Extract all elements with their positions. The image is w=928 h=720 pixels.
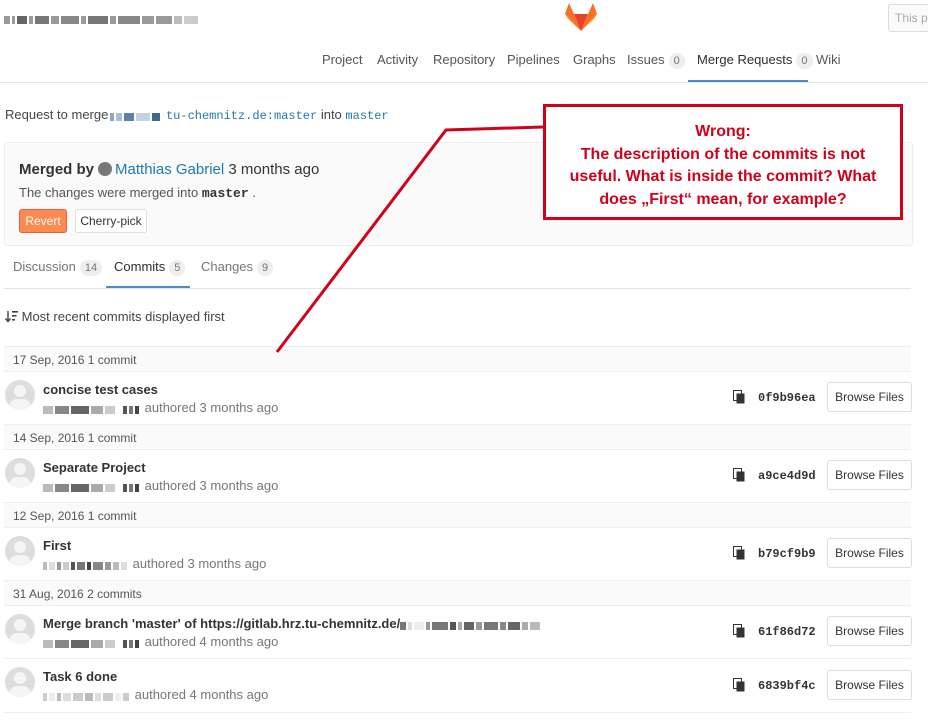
browse-files-button[interactable]: Browse Files — [827, 460, 912, 490]
user-avatar[interactable] — [98, 162, 113, 176]
search-placeholder: This pr — [895, 11, 928, 25]
author-name-pixelated[interactable] — [43, 479, 141, 494]
copy-sha-icon[interactable] — [733, 678, 745, 692]
commit-sha[interactable]: 61f86d72 — [758, 625, 816, 639]
commit-title[interactable]: First — [43, 538, 71, 553]
commit-row: concise test cases authored 3 months ago… — [4, 372, 912, 425]
project-nav: Project Activity Repository Pipelines Gr… — [0, 36, 928, 83]
search-input[interactable]: This pr — [888, 4, 928, 32]
nav-project[interactable]: Project — [322, 52, 362, 67]
copy-sha-icon[interactable] — [733, 624, 745, 638]
commit-sha[interactable]: b79cf9b9 — [758, 547, 816, 561]
revert-button[interactable]: Revert — [19, 209, 67, 233]
author-name-pixelated[interactable] — [43, 635, 141, 650]
repo-path-pixelated — [400, 617, 542, 632]
copy-sha-icon[interactable] — [733, 546, 745, 560]
nav-activity[interactable]: Activity — [377, 52, 418, 67]
discussion-count-badge: 14 — [79, 260, 103, 276]
commit-sha[interactable]: 0f9b96ea — [758, 391, 816, 405]
tab-discussion[interactable]: Discussion 14 — [13, 259, 103, 276]
author-name-pixelated[interactable] — [43, 401, 141, 416]
author-name-pixelated[interactable] — [43, 688, 131, 703]
tab-changes[interactable]: Changes 9 — [201, 259, 274, 276]
changes-count-badge: 9 — [257, 260, 274, 276]
source-branch[interactable]: tu-chemnitz.de:master — [166, 109, 317, 123]
merge-requests-count-badge: 0 — [796, 53, 813, 69]
issues-count-badge: 0 — [668, 53, 685, 69]
commit-day-header: 12 Sep, 2016 1 commit — [4, 502, 911, 528]
nav-pipelines[interactable]: Pipelines — [507, 52, 560, 67]
commit-day-header: 31 Aug, 2016 2 commits — [4, 580, 911, 606]
author-name-pixelated[interactable] — [43, 557, 129, 572]
commit-meta: authored 4 months ago — [43, 687, 268, 703]
sort-descending-icon — [4, 311, 18, 323]
browse-files-button[interactable]: Browse Files — [827, 382, 912, 412]
avatar[interactable] — [5, 614, 35, 644]
annotation-text: Wrong: The description of the commits is… — [569, 123, 877, 208]
commit-row: Task 6 done authored 4 months ago 6839bf… — [4, 658, 912, 713]
commit-row: First authored 3 months ago b79cf9b9 Bro… — [4, 528, 912, 581]
commit-meta: authored 4 months ago — [43, 634, 278, 650]
gitlab-fox-icon[interactable] — [564, 2, 598, 32]
merged-by-user-link[interactable]: Matthias Gabriel — [115, 161, 224, 178]
nav-wiki[interactable]: Wiki — [816, 52, 841, 67]
target-branch[interactable]: master — [345, 109, 388, 123]
commit-day-header: 17 Sep, 2016 1 commit — [4, 346, 911, 372]
nav-issues[interactable]: Issues 0 — [627, 52, 685, 69]
merged-description: The changes were merged into master . — [19, 185, 256, 201]
merge-request-summary: Request to merge tu-chemnitz.de:master i… — [5, 107, 389, 123]
commit-order-note: Most recent commits displayed first — [4, 309, 225, 324]
browse-files-button[interactable]: Browse Files — [827, 616, 912, 646]
tab-commits[interactable]: Commits 5 — [114, 259, 186, 276]
commit-title[interactable]: Task 6 done — [43, 669, 117, 684]
merged-by-line: Merged by Matthias Gabriel 3 months ago — [19, 161, 320, 178]
merged-target-branch: master — [201, 186, 249, 201]
avatar[interactable] — [5, 536, 35, 566]
avatar[interactable] — [5, 380, 35, 410]
nav-graphs[interactable]: Graphs — [573, 52, 616, 67]
commit-meta: authored 3 months ago — [43, 478, 278, 494]
annotation-callout: Wrong: The description of the commits is… — [543, 104, 903, 220]
commit-sha[interactable]: 6839bf4c — [758, 679, 816, 693]
avatar[interactable] — [5, 667, 35, 697]
cherry-pick-button[interactable]: Cherry-pick — [75, 209, 147, 233]
commit-meta: authored 3 months ago — [43, 556, 266, 572]
avatar[interactable] — [5, 458, 35, 488]
commit-day-header: 14 Sep, 2016 1 commit — [4, 424, 911, 450]
commit-title[interactable]: Separate Project — [43, 460, 146, 475]
top-header: This pr — [0, 0, 928, 36]
source-project-pixelated — [110, 108, 162, 123]
commits-count-badge: 5 — [169, 260, 186, 276]
nav-repository[interactable]: Repository — [433, 52, 495, 67]
copy-sha-icon[interactable] — [733, 468, 745, 482]
merged-time: 3 months ago — [228, 161, 320, 178]
commit-row: Separate Project authored 3 months ago a… — [4, 450, 912, 503]
project-title-pixelated[interactable] — [4, 11, 200, 26]
commit-row: Merge branch 'master' of https://gitlab.… — [4, 606, 912, 659]
commit-title[interactable]: concise test cases — [43, 382, 158, 397]
browse-files-button[interactable]: Browse Files — [827, 670, 912, 700]
commit-title[interactable]: Merge branch 'master' of https://gitlab.… — [43, 616, 542, 632]
active-nav-underline — [688, 80, 808, 82]
browse-files-button[interactable]: Browse Files — [827, 538, 912, 568]
nav-merge-requests[interactable]: Merge Requests 0 — [697, 52, 813, 69]
copy-sha-icon[interactable] — [733, 390, 745, 404]
commit-sha[interactable]: a9ce4d9d — [758, 469, 816, 483]
commit-meta: authored 3 months ago — [43, 400, 278, 416]
tabs-divider — [4, 288, 911, 289]
